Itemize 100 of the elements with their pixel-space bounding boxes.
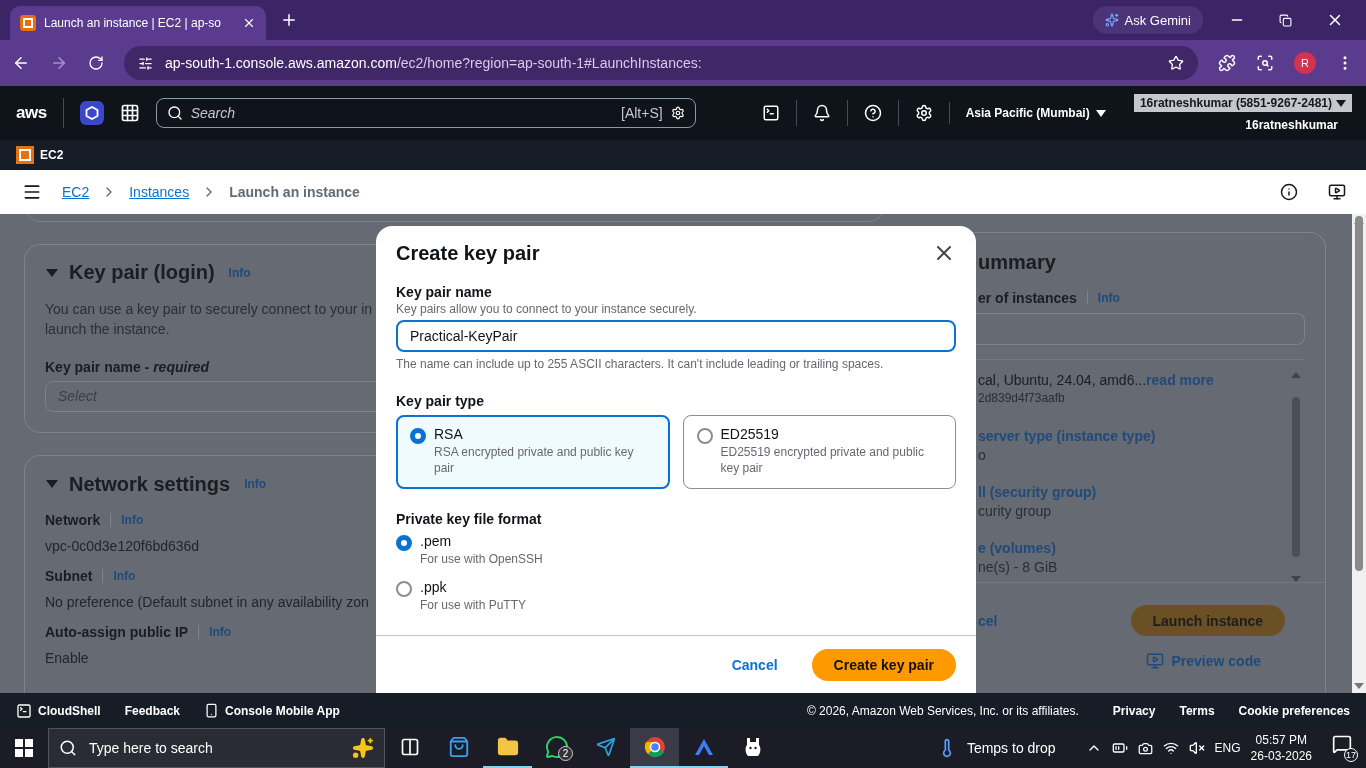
cancel-button[interactable]: Cancel bbox=[725, 655, 784, 674]
option-label: ED25519 bbox=[720, 426, 780, 442]
search-tab-icon[interactable] bbox=[1256, 54, 1274, 72]
battery-icon[interactable] bbox=[1111, 740, 1128, 756]
constraint-text: The name can include up to 255 ASCII characters. It can't include leading or trailing spaces. bbox=[396, 357, 885, 371]
option-description: ED25519 encrypted private and public key pair bbox=[720, 444, 925, 476]
scrollbar-thumb[interactable] bbox=[1292, 397, 1300, 557]
monitor-icon[interactable] bbox=[1328, 183, 1346, 201]
sparkle-icon bbox=[352, 737, 374, 759]
taskbar-search[interactable]: Type here to search bbox=[48, 728, 385, 768]
field-label: Network bbox=[45, 512, 101, 528]
field-label: Subnet bbox=[45, 568, 93, 584]
tab-title: Launch an instance | EC2 | ap-so bbox=[44, 16, 222, 30]
star-icon[interactable] bbox=[1168, 55, 1184, 71]
field-value: vpc-0c0d3e120f6bd636d bbox=[45, 538, 200, 554]
account-menu[interactable]: 16ratneshkumar (5851-9267-2481) bbox=[1133, 94, 1352, 112]
panel-title: ummary bbox=[978, 251, 1057, 274]
breadcrumb-current: Launch an instance bbox=[229, 184, 360, 200]
radio-button[interactable] bbox=[410, 428, 426, 444]
bag-icon bbox=[447, 736, 470, 758]
search-field[interactable]: Search [Alt+S] bbox=[155, 98, 696, 128]
aws-logo[interactable]: aws bbox=[16, 98, 64, 128]
field-label: Key pair type bbox=[396, 393, 485, 409]
scroll-down-icon[interactable] bbox=[1354, 683, 1364, 689]
breadcrumb-link[interactable]: EC2 bbox=[62, 184, 90, 200]
url-text: ap-south-1.console.aws.amazon.com/ec2/home?region=ap-south-1#LaunchInstances: bbox=[165, 55, 703, 71]
caret-icon bbox=[1095, 109, 1106, 117]
radio-button[interactable] bbox=[696, 428, 713, 444]
address-bar[interactable]: ap-south-1.console.aws.amazon.com/ec2/home?region=ap-south-1#LaunchInstances: bbox=[124, 46, 1198, 80]
breadcrumb-link[interactable]: Instances bbox=[129, 184, 190, 200]
scrollbar-thumb[interactable] bbox=[1355, 216, 1363, 571]
taskbar-app[interactable] bbox=[630, 728, 679, 768]
bell-icon bbox=[812, 104, 831, 122]
phone-icon bbox=[204, 703, 220, 718]
footer-link[interactable]: Cookie preferences bbox=[1238, 703, 1350, 718]
option-tile[interactable]: ED25519 ED25519 encrypted private and public key pair bbox=[682, 415, 956, 489]
chat-icon bbox=[544, 735, 569, 759]
language-indicator[interactable]: ENG bbox=[1214, 741, 1241, 755]
radio-button[interactable] bbox=[396, 535, 412, 551]
forward-icon[interactable] bbox=[50, 54, 68, 72]
field-value: No preference (Default subnet in any availability zon bbox=[45, 594, 369, 610]
service-link[interactable]: EC2 bbox=[40, 148, 64, 162]
apps-grid-icon[interactable] bbox=[119, 103, 140, 123]
username: 16ratneshkumar bbox=[1245, 118, 1339, 132]
field-label: Private key file format bbox=[396, 511, 543, 527]
summary-detail: 2d839d4f73aafb bbox=[978, 391, 1066, 405]
description-text: You can use a key pair to securely connect to your in bbox=[45, 299, 373, 319]
option-label: RSA bbox=[434, 426, 464, 442]
puzzle-icon[interactable] bbox=[1218, 54, 1236, 72]
description-text: launch the instance. bbox=[45, 319, 170, 339]
footer-link[interactable]: Terms bbox=[1179, 703, 1215, 718]
favicon-icon bbox=[20, 15, 36, 31]
ask-button[interactable]: Ask Gemini bbox=[1092, 6, 1203, 34]
site-settings-icon[interactable] bbox=[138, 55, 153, 71]
option-tile[interactable]: RSA RSA encrypted private and public key pair bbox=[396, 415, 670, 489]
search-icon bbox=[59, 739, 77, 757]
terminal-icon bbox=[16, 702, 32, 719]
camera-icon[interactable] bbox=[1137, 740, 1153, 756]
footer-link[interactable]: Console Mobile App bbox=[204, 703, 340, 718]
summary-detail: o bbox=[978, 446, 987, 463]
option-label: .ppk bbox=[420, 579, 448, 595]
help-text: Key pairs allow you to connect to your instance securely. bbox=[396, 302, 698, 316]
copyright-text: © 2026, Amazon Web Services, Inc. or its affiliates. bbox=[806, 703, 1079, 718]
field-label: Auto-assign public IP bbox=[45, 624, 189, 640]
count-badge: 2 bbox=[558, 746, 573, 761]
footer-link[interactable]: Feedback bbox=[124, 703, 181, 718]
menu-icon[interactable] bbox=[22, 182, 42, 202]
paper-plane-icon bbox=[595, 737, 616, 757]
mute-icon[interactable] bbox=[1188, 740, 1205, 756]
footer-link[interactable]: Privacy bbox=[1112, 703, 1156, 718]
weather-text: Temps to drop bbox=[966, 740, 1056, 756]
caret-icon[interactable] bbox=[45, 267, 59, 278]
field-label: er of instances bbox=[978, 290, 1077, 306]
browser-icon bbox=[643, 736, 666, 758]
new-tab-button[interactable] bbox=[280, 11, 298, 29]
browser-tab[interactable]: Launch an instance | EC2 | ap-so bbox=[10, 6, 266, 40]
info-icon[interactable] bbox=[1280, 183, 1298, 201]
option-description: RSA encrypted private and public key pair bbox=[434, 444, 635, 476]
summary-detail: ne(s) - 8 GiB bbox=[978, 558, 1059, 575]
profile-avatar[interactable]: R bbox=[1294, 52, 1316, 74]
field-label: Key pair name bbox=[396, 284, 493, 300]
footer-link[interactable]: CloudShell bbox=[16, 702, 101, 719]
back-icon[interactable] bbox=[12, 54, 30, 72]
option-description: For use with OpenSSH bbox=[420, 551, 543, 567]
name-field[interactable]: Practical-KeyPair bbox=[396, 320, 956, 352]
field-label: Key pair name - required bbox=[45, 358, 210, 375]
reload-icon[interactable] bbox=[88, 55, 104, 71]
wifi-icon[interactable] bbox=[1162, 740, 1179, 756]
close-icon[interactable] bbox=[242, 16, 256, 30]
radio-button[interactable] bbox=[396, 581, 412, 597]
folder-icon bbox=[496, 736, 519, 758]
caret-icon[interactable] bbox=[45, 479, 59, 489]
sparkle-icon bbox=[1104, 13, 1119, 27]
region-selector[interactable]: Asia Pacific (Mumbai) bbox=[948, 102, 1122, 124]
taskbar-app[interactable]: 2 bbox=[532, 728, 581, 768]
search-icon bbox=[166, 105, 183, 121]
restore-icon[interactable] bbox=[1279, 13, 1292, 27]
ec2-icon bbox=[16, 146, 34, 164]
create-button[interactable]: Create key pair bbox=[811, 648, 956, 681]
clock[interactable]: 05:57 PM 26-03-2026 bbox=[1250, 732, 1312, 764]
